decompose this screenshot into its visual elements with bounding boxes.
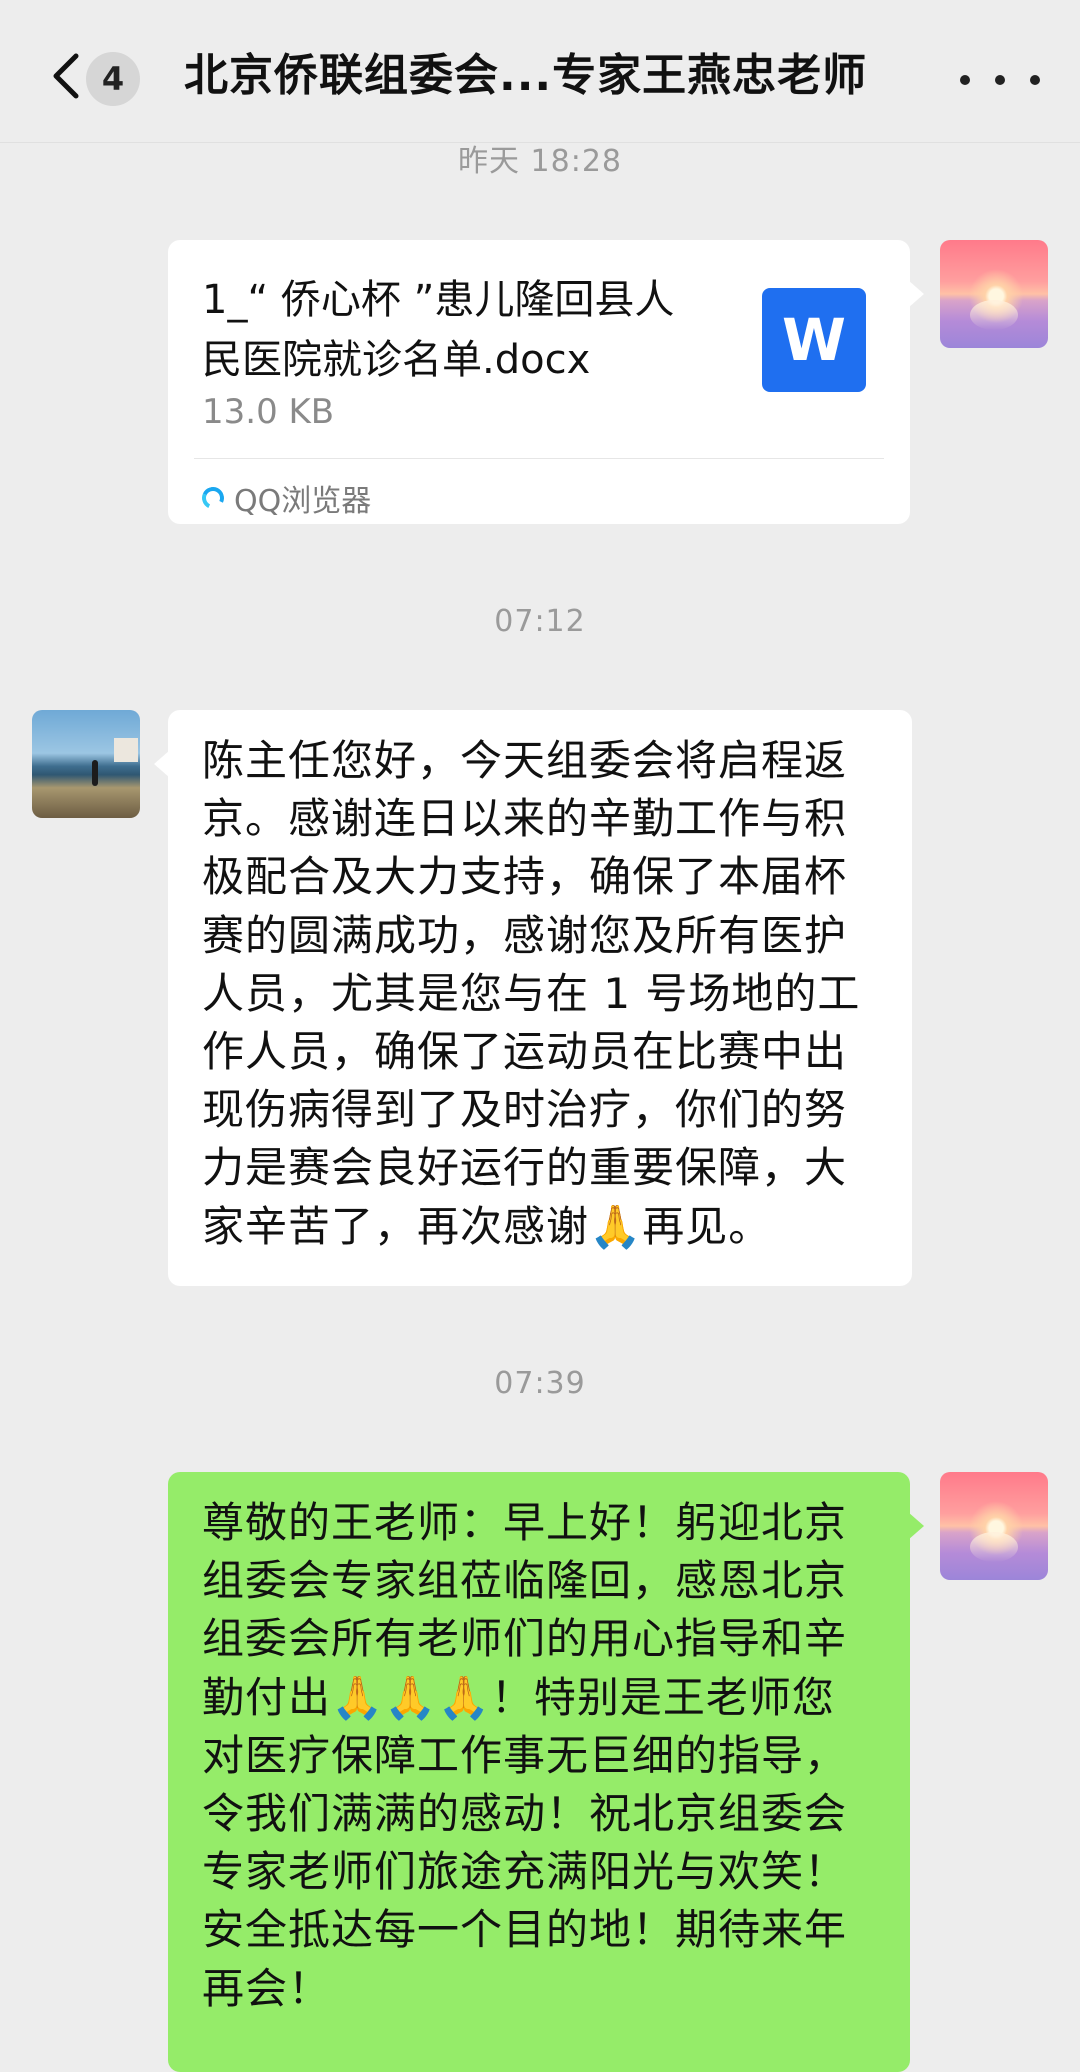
more-dot — [1030, 75, 1040, 85]
file-name-line: 1_“ 侨心杯 ”患儿隆回县人 — [202, 277, 675, 323]
file-source: QQ浏览器 — [198, 476, 372, 520]
bubble-tail — [908, 1512, 924, 1540]
incoming-text-bubble[interactable]: 陈主任您好，今天组委会将启程返 京。感谢连日以来的辛勤工作与积 极配合及大力支持… — [154, 710, 912, 1286]
message-line: 勤付出🙏🙏🙏！特别是王老师您 — [202, 1672, 835, 1722]
message-line: 赛的圆满成功，感谢您及所有医护 — [202, 910, 848, 960]
chat-title: 北京侨联组委会...专家王燕忠老师 — [184, 50, 868, 101]
message-line: 再会！ — [202, 1963, 332, 2013]
chat-header: 4 北京侨联组委会...专家王燕忠老师 — [0, 0, 1080, 143]
message-line: 对医疗保障工作事无巨细的指导， — [202, 1730, 848, 1780]
file-message-bubble[interactable]: 1_“ 侨心杯 ”患儿隆回县人 民医院就诊名单.docx 13.0 KB W Q… — [168, 240, 924, 524]
word-document-icon: W — [762, 288, 866, 392]
file-name-line: 民医院就诊名单.docx — [202, 337, 591, 383]
avatar-sun-reflection — [970, 300, 1018, 330]
more-dot — [995, 75, 1005, 85]
avatar-building — [114, 738, 138, 762]
message-line: 人员，尤其是您与在 1 号场地的工 — [202, 968, 861, 1018]
more-options-button[interactable] — [960, 60, 1040, 100]
file-source-label: QQ浏览器 — [234, 484, 372, 519]
message-timestamp: 昨天 18:28 — [458, 144, 622, 179]
message-line: 京。感谢连日以来的辛勤工作与积 — [202, 794, 848, 844]
message-timestamp: 07:39 — [494, 1366, 586, 1401]
outgoing-text-bubble[interactable]: 尊敬的王老师：早上好！躬迎北京 组委会专家组莅临隆回，感恩北京 组委会所有老师们… — [168, 1472, 924, 2072]
message-line: 专家老师们旅途充满阳光与欢笑！ — [202, 1847, 848, 1897]
bubble-tail — [154, 750, 170, 778]
avatar-sun-reflection — [970, 1532, 1018, 1562]
message-line: 安全抵达每一个目的地！期待来年 — [202, 1905, 848, 1955]
message-line: 令我们满满的感动！祝北京组委会 — [202, 1789, 848, 1839]
message-line: 极配合及大力支持，确保了本届杯 — [202, 852, 848, 902]
file-size: 13.0 KB — [202, 392, 335, 432]
file-name: 1_“ 侨心杯 ”患儿隆回县人 民医院就诊名单.docx — [202, 270, 722, 390]
message-line: 力是赛会良好运行的重要保障，大 — [202, 1143, 848, 1193]
avatar-person — [92, 760, 98, 786]
message-line: 家辛苦了，再次感谢🙏再见。 — [202, 1201, 772, 1251]
contact-avatar[interactable] — [32, 710, 140, 818]
message-line: 尊敬的王老师：早上好！躬迎北京 — [202, 1498, 848, 1547]
my-avatar[interactable] — [940, 240, 1048, 348]
message-line: 现伤病得到了及时治疗，你们的努 — [202, 1085, 848, 1135]
my-avatar[interactable] — [940, 1472, 1048, 1580]
file-card-divider — [194, 458, 884, 459]
message-line: 组委会专家组莅临隆回，感恩北京 — [202, 1556, 848, 1606]
bubble-tail — [908, 280, 924, 308]
qq-browser-icon — [198, 483, 228, 513]
message-timestamp: 07:12 — [494, 604, 586, 639]
message-line: 陈主任您好，今天组委会将启程返 — [202, 736, 848, 785]
message-text: 陈主任您好，今天组委会将启程返 京。感谢连日以来的辛勤工作与积 极配合及大力支持… — [202, 732, 860, 1256]
unread-count-badge[interactable]: 4 — [86, 52, 140, 106]
message-text: 尊敬的王老师：早上好！躬迎北京 组委会专家组莅临隆回，感恩北京 组委会所有老师们… — [202, 1494, 847, 2018]
message-line: 作人员，确保了运动员在比赛中出 — [202, 1027, 848, 1077]
message-line: 组委会所有老师们的用心指导和辛 — [202, 1614, 848, 1664]
more-dots-icon — [960, 75, 970, 85]
